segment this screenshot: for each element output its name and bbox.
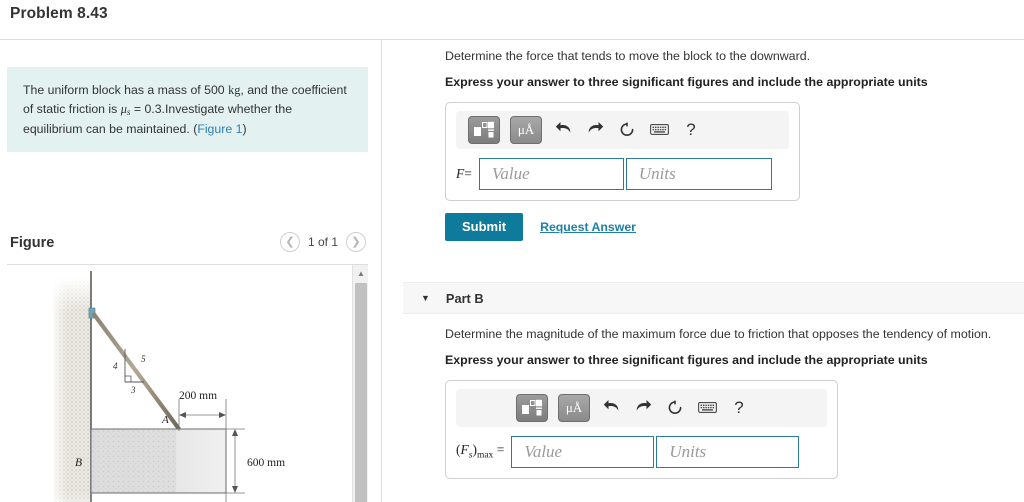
scroll-up-arrow-icon[interactable]: ▲ bbox=[353, 265, 368, 281]
math-template-icon[interactable] bbox=[468, 115, 500, 144]
dimension-label-600mm: 600 mm bbox=[247, 457, 285, 469]
right-panel: Determine the force that tends to move t… bbox=[383, 40, 1024, 502]
figure-counter: 1 of 1 bbox=[307, 235, 338, 249]
part-b-units-placeholder: Units bbox=[669, 441, 707, 461]
keyboard-glyph bbox=[649, 124, 669, 136]
problem-statement-text: The uniform block has a mass of 500 kg, … bbox=[23, 81, 352, 138]
dimension-800mm bbox=[90, 493, 227, 502]
figure-section-label: Figure bbox=[10, 235, 55, 251]
part-b-answer-label: (Fs)max = bbox=[456, 442, 511, 461]
figure-navigation: ❮ 1 of 1 ❯ bbox=[279, 232, 366, 252]
figure-viewport: 4 3 5 A B 200 mm 600 mm ▲ bbox=[7, 264, 368, 502]
undo-glyph bbox=[555, 122, 570, 134]
part-a-submit-row: Submit Request Answer bbox=[445, 212, 1015, 242]
part-a-question: Determine the force that tends to move t… bbox=[445, 49, 811, 63]
ratio-label-5: 5 bbox=[141, 354, 146, 364]
undo-icon[interactable] bbox=[600, 397, 622, 419]
wall-hatching bbox=[53, 277, 91, 502]
request-answer-link[interactable]: Request Answer bbox=[540, 220, 636, 234]
part-a-answer-box: μÅ ? F= Value Units bbox=[445, 101, 800, 201]
chevron-left-icon[interactable]: ❮ bbox=[279, 232, 300, 252]
part-b-toolbar: μÅ ? bbox=[456, 388, 827, 427]
part-b-value-input[interactable]: Value bbox=[511, 435, 655, 468]
point-label-B: B bbox=[75, 457, 82, 469]
problem-text-part-1: The uniform block has a mass of 500 bbox=[23, 83, 229, 97]
part-b-value-placeholder: Value bbox=[524, 441, 563, 461]
help-question-icon[interactable]: ? bbox=[728, 397, 750, 419]
part-b-title: Part B bbox=[445, 290, 484, 306]
part-b-equals: = bbox=[496, 442, 505, 458]
part-a-toolbar: μÅ ? bbox=[456, 110, 789, 149]
micro-angstrom-units-icon[interactable]: μÅ bbox=[510, 115, 542, 144]
dimension-200mm bbox=[178, 399, 227, 431]
keyboard-icon[interactable] bbox=[648, 119, 670, 141]
micro-angstrom-units-icon[interactable]: μÅ bbox=[558, 393, 590, 422]
block-friction-diagram: 4 3 5 A B 200 mm 600 mm bbox=[53, 271, 285, 502]
part-a-answer-row: F= Value Units bbox=[456, 157, 789, 190]
problem-text-part-4: ) bbox=[242, 121, 247, 136]
part-b-answer-box: μÅ ? (Fs)max = Value Units bbox=[445, 379, 838, 479]
part-b-units-input[interactable]: Units bbox=[656, 435, 800, 468]
ratio-label-3: 3 bbox=[130, 385, 136, 395]
mass-unit: kg bbox=[228, 83, 241, 97]
problem-page: Problem 8.43 The uniform block has a mas… bbox=[0, 0, 1024, 502]
part-b-question: Determine the magnitude of the maximum f… bbox=[445, 327, 992, 341]
part-b-max-subscript: max bbox=[476, 451, 494, 462]
redo-icon[interactable] bbox=[584, 119, 606, 141]
redo-glyph bbox=[588, 122, 603, 134]
scrollbar-thumb[interactable] bbox=[355, 283, 367, 502]
submit-button[interactable]: Submit bbox=[445, 212, 524, 242]
part-a-units-placeholder: Units bbox=[638, 163, 676, 183]
part-b-variable-F: F bbox=[460, 442, 469, 458]
part-a-value-input[interactable]: Value bbox=[478, 157, 624, 190]
redo-icon[interactable] bbox=[632, 397, 654, 419]
help-question-icon[interactable]: ? bbox=[680, 119, 702, 141]
reset-icon[interactable] bbox=[664, 397, 686, 419]
undo-glyph bbox=[603, 400, 618, 412]
part-b-header[interactable]: ▼ Part B bbox=[403, 282, 1024, 314]
part-b-section: ▼ Part B Determine the magnitude of the … bbox=[403, 282, 1024, 479]
part-b-instruction: Express your answer to three significant… bbox=[445, 353, 928, 368]
redo-glyph bbox=[636, 400, 651, 412]
part-a-variable-F: F bbox=[456, 165, 465, 181]
math-template-glyph bbox=[474, 121, 494, 138]
point-label-A: A bbox=[161, 414, 169, 426]
reset-glyph bbox=[620, 122, 634, 136]
part-a-value-placeholder: Value bbox=[491, 163, 530, 183]
units-button-label: μÅ bbox=[565, 399, 583, 415]
undo-icon[interactable] bbox=[552, 119, 574, 141]
part-a-answer-label: F= bbox=[456, 166, 479, 182]
part-b-body: Determine the magnitude of the maximum f… bbox=[403, 314, 1024, 479]
figure-scrollbar[interactable]: ▲ ▼ bbox=[352, 265, 368, 502]
page-header: Problem 8.43 bbox=[0, 0, 1024, 40]
chevron-down-icon[interactable]: ▼ bbox=[421, 293, 430, 303]
part-a-instruction: Express your answer to three significant… bbox=[445, 75, 928, 90]
units-button-label: μÅ bbox=[517, 121, 535, 137]
dimension-600mm bbox=[226, 428, 245, 494]
part-a-equals: = bbox=[464, 165, 472, 181]
problem-statement-box: The uniform block has a mass of 500 kg, … bbox=[7, 67, 368, 153]
dimension-label-200mm: 200 mm bbox=[179, 390, 217, 402]
reset-glyph bbox=[668, 400, 682, 414]
left-panel: The uniform block has a mass of 500 kg, … bbox=[0, 40, 382, 502]
part-b-answer-row: (Fs)max = Value Units bbox=[456, 435, 827, 468]
keyboard-icon[interactable] bbox=[696, 397, 718, 419]
chevron-right-icon[interactable]: ❯ bbox=[346, 232, 366, 252]
keyboard-glyph bbox=[697, 402, 717, 414]
reset-icon[interactable] bbox=[616, 119, 638, 141]
figure-header: Figure ❮ 1 of 1 ❯ bbox=[7, 232, 368, 262]
figure-canvas: 4 3 5 A B 200 mm 600 mm bbox=[7, 265, 352, 502]
math-template-glyph bbox=[522, 399, 542, 416]
math-template-icon[interactable] bbox=[516, 393, 548, 422]
block-texture bbox=[92, 430, 176, 492]
figure-1-link[interactable]: Figure 1 bbox=[197, 122, 242, 136]
ratio-label-4: 4 bbox=[113, 361, 118, 371]
part-a-units-input[interactable]: Units bbox=[625, 157, 772, 190]
page-title: Problem 8.43 bbox=[10, 5, 108, 22]
part-a-body: Determine the force that tends to move t… bbox=[445, 48, 1015, 242]
cable-member bbox=[91, 311, 181, 431]
